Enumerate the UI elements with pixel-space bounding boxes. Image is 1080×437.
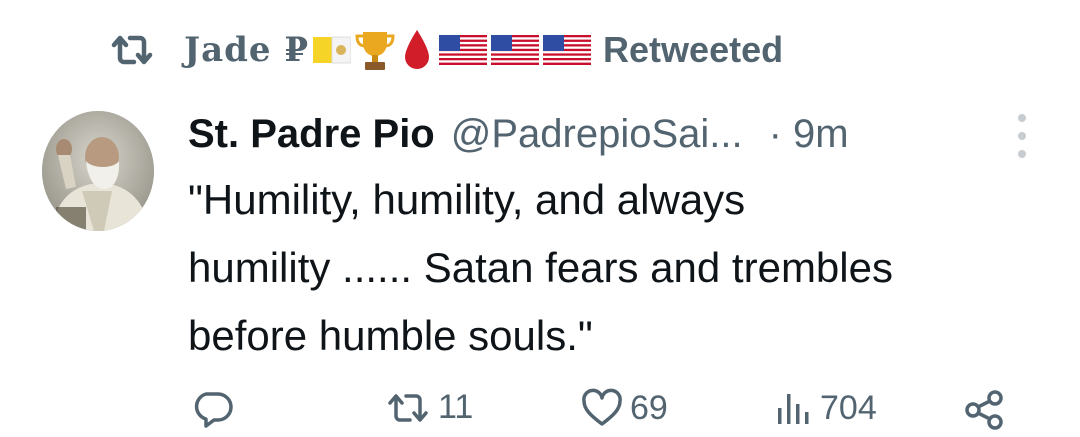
tweet-text-line: humility ...... Satan fears and trembles (188, 244, 893, 291)
views-icon (774, 388, 814, 428)
more-options-icon[interactable] (1008, 114, 1036, 158)
tweet-card[interactable]: Jade ₽ Retweeted St. Padre Pio @Padrepio… (0, 0, 1080, 437)
heart-icon (580, 388, 624, 428)
tweet-text-line: "Humility, humility, and always (188, 176, 746, 223)
share-icon (962, 388, 1006, 432)
author-display-name[interactable]: St. Padre Pio (188, 112, 435, 157)
tweet-text-line: before humble souls." (188, 312, 593, 359)
vatican-flag-icon (313, 28, 352, 72)
retweet-icon (384, 390, 432, 426)
tweet-text: "Humility, humility, and always humility… (188, 166, 1048, 370)
retweeter-emojis (313, 28, 592, 72)
trophy-icon (355, 28, 395, 72)
retweet-icon (108, 30, 156, 70)
reply-icon (192, 388, 234, 428)
avatar[interactable] (42, 111, 154, 231)
views-button[interactable]: 704 (774, 388, 877, 428)
reply-button[interactable] (192, 388, 240, 428)
like-button[interactable]: 69 (580, 388, 668, 428)
retweet-count: 11 (438, 388, 474, 426)
tweet-author-row: St. Padre Pio @PadrepioSai... · 9m (188, 106, 849, 162)
us-flag-icon (543, 28, 592, 72)
retweeter-name[interactable]: Jade ₽ (184, 30, 309, 70)
like-count: 69 (630, 388, 668, 427)
tweet-action-bar: 11 69 704 (188, 388, 1038, 437)
author-handle[interactable]: @PadrepioSai... (451, 112, 743, 157)
views-count: 704 (820, 388, 877, 427)
retweeted-label: Retweeted (603, 29, 784, 70)
blood-drop-icon (403, 28, 431, 72)
retweet-header: Jade ₽ Retweeted (108, 24, 783, 76)
us-flag-icon (439, 28, 488, 72)
tweet-timestamp[interactable]: · 9m (769, 112, 849, 157)
share-button[interactable] (962, 388, 1006, 432)
retweet-button[interactable]: 11 (384, 388, 473, 427)
us-flag-icon (491, 28, 540, 72)
